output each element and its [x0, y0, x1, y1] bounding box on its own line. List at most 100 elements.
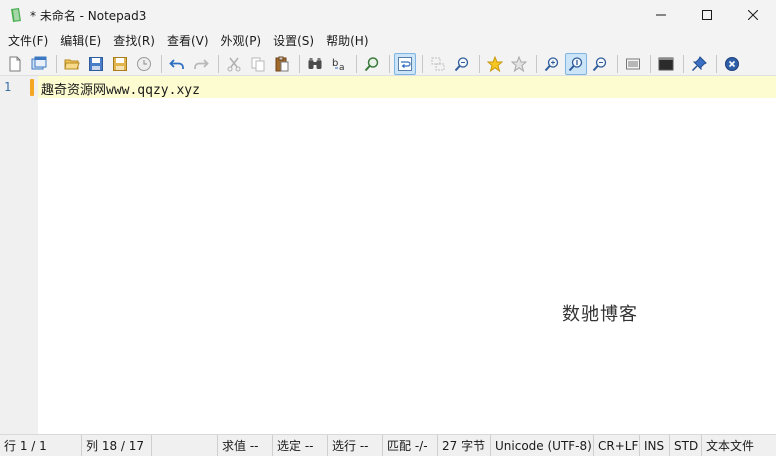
status-ins[interactable]: INS [640, 434, 670, 456]
status-selected-lines[interactable]: 选行 -- [328, 434, 383, 456]
menu-appearance[interactable]: 外观(P) [215, 31, 268, 51]
status-sum[interactable]: 求值 -- [218, 434, 273, 456]
save-icon [89, 56, 103, 71]
editor-area[interactable]: 1 趣奇资源网www.qqzy.xyz 数驰博客 [0, 76, 776, 434]
menu-settings[interactable]: 设置(S) [267, 31, 320, 51]
notepad3-app-icon [11, 8, 21, 22]
folder-open-icon [64, 59, 80, 69]
editor-line-text[interactable]: 趣奇资源网www.qqzy.xyz [41, 79, 200, 98]
save-as-button[interactable] [109, 53, 131, 75]
copy-icon [251, 57, 265, 71]
toolbar-separator [422, 54, 423, 73]
menu-find[interactable]: 查找(R) [107, 31, 161, 51]
open-file-button[interactable] [61, 53, 83, 75]
status-selection[interactable]: 选定 -- [273, 434, 328, 456]
scheme-icon [626, 58, 640, 69]
zoom-out-icon [592, 56, 607, 71]
line-number-gutter: 1 [0, 76, 38, 434]
copy-button[interactable] [247, 53, 269, 75]
replace-button[interactable]: ba [328, 53, 350, 75]
terminal-icon [658, 57, 674, 70]
window-title: * 未命名 - Notepad3 [30, 8, 147, 23]
long-line-icon [431, 57, 445, 70]
exit-button[interactable] [721, 53, 743, 75]
maximize-icon [702, 10, 712, 20]
paste-button[interactable] [271, 53, 293, 75]
pin-icon [691, 55, 707, 71]
minimize-icon [656, 14, 666, 16]
menu-bar: 文件(F) 编辑(E) 查找(R) 查看(V) 外观(P) 设置(S) 帮助(H… [0, 30, 776, 52]
title-bar: * 未命名 - Notepad3 [0, 0, 776, 30]
toolbar-separator [218, 54, 219, 73]
magnifier-icon [364, 56, 379, 71]
zoom-reset-button[interactable] [565, 52, 587, 75]
redo-icon [194, 58, 209, 69]
word-wrap-icon [398, 56, 412, 71]
watermark-text: 数驰博客 [562, 304, 638, 325]
status-eol[interactable]: CR+LF [594, 434, 640, 456]
new-file-icon [9, 56, 21, 71]
undo-button[interactable] [166, 53, 188, 75]
menu-view[interactable]: 查看(V) [161, 31, 215, 51]
toolbar-separator [683, 54, 684, 73]
always-on-top-button[interactable] [688, 53, 710, 75]
zoom-search-icon [454, 56, 469, 71]
star-outline-icon [511, 55, 527, 72]
status-match[interactable]: 匹配 -/- [383, 434, 438, 456]
new-window-button[interactable] [28, 53, 50, 75]
status-lexer[interactable]: 文本文件 [702, 435, 776, 456]
menu-help[interactable]: 帮助(H) [320, 31, 374, 51]
status-line[interactable]: 行 1 / 1 [0, 434, 82, 456]
toolbar-separator [650, 54, 651, 73]
status-encoding[interactable]: Unicode (UTF-8) [491, 434, 594, 456]
undo-icon [169, 58, 184, 69]
word-wrap-button[interactable] [394, 52, 416, 75]
toolbar-separator [617, 54, 618, 73]
status-bar: 行 1 / 1 列 18 / 17 求值 -- 选定 -- 选行 -- 匹配 -… [0, 434, 776, 456]
toolbar: ba [0, 52, 776, 76]
toolbar-separator [389, 54, 390, 73]
svg-text:b: b [332, 58, 338, 69]
save-button[interactable] [85, 53, 107, 75]
toolbar-separator [56, 54, 57, 73]
new-file-button[interactable] [4, 53, 26, 75]
zoom-out-button[interactable] [589, 53, 611, 75]
exit-icon [725, 56, 739, 71]
zoom-reset-icon [568, 56, 583, 71]
paste-icon [275, 56, 289, 71]
cut-button[interactable] [223, 53, 245, 75]
zoom-in-icon [544, 56, 559, 71]
menu-edit[interactable]: 编辑(E) [54, 31, 107, 51]
new-window-icon [31, 56, 47, 69]
zoom-find-button[interactable] [451, 53, 473, 75]
long-line-marker-button[interactable] [427, 53, 449, 75]
line-number: 1 [4, 80, 12, 94]
star-icon [487, 55, 503, 72]
close-button[interactable] [730, 0, 776, 30]
scheme-button[interactable] [622, 53, 644, 75]
find-button[interactable] [304, 53, 326, 75]
toolbar-separator [716, 54, 717, 73]
minimize-button[interactable] [638, 0, 684, 30]
redo-button[interactable] [190, 53, 212, 75]
toolbar-separator [299, 54, 300, 73]
status-column[interactable]: 列 18 / 17 [82, 434, 152, 456]
scissors-icon [227, 57, 241, 71]
zoom-in-button[interactable] [541, 53, 563, 75]
svg-text:a: a [339, 63, 345, 72]
menu-file[interactable]: 文件(F) [2, 31, 54, 51]
replace-icon: ba [332, 58, 345, 72]
toolbar-separator [536, 54, 537, 73]
close-icon [748, 10, 758, 20]
binoculars-icon [308, 57, 322, 69]
toolbar-separator [161, 54, 162, 73]
maximize-button[interactable] [684, 0, 730, 30]
goto-button[interactable] [361, 53, 383, 75]
status-std[interactable]: STD [670, 434, 702, 456]
add-favorite-button[interactable] [484, 53, 506, 75]
status-bytes: 27 字节 [438, 434, 491, 456]
clock-icon [137, 56, 151, 71]
revert-button[interactable] [133, 53, 155, 75]
manage-favorites-button[interactable] [508, 53, 530, 75]
command-prompt-button[interactable] [655, 53, 677, 75]
